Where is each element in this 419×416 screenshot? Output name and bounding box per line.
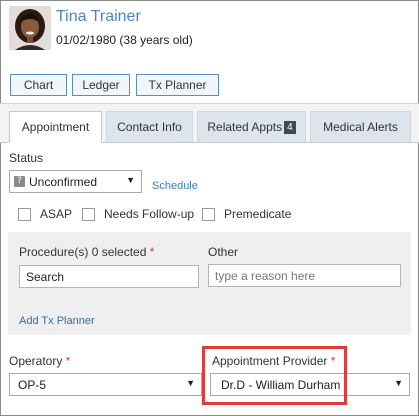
status-select[interactable]: ? Unconfirmed ▼ xyxy=(9,170,142,193)
status-value: Unconfirmed xyxy=(29,174,98,189)
operatory-label: Operatory xyxy=(9,354,63,368)
procedures-required-mark: * xyxy=(149,245,155,259)
premedicate-checkbox[interactable]: Premedicate xyxy=(202,207,291,221)
related-appts-count-badge: 4 xyxy=(284,120,296,134)
operatory-required-mark: * xyxy=(65,354,71,368)
schedule-link[interactable]: Schedule xyxy=(152,180,198,192)
tab-related-appts-label: Related Appts xyxy=(207,120,283,134)
chevron-down-icon: ▼ xyxy=(126,175,135,185)
patient-avatar xyxy=(9,6,51,50)
asap-checkbox[interactable]: ASAP xyxy=(18,207,72,221)
premedicate-checkbox-box[interactable] xyxy=(202,207,215,221)
operatory-value: OP-5 xyxy=(18,377,47,392)
chevron-down-icon: ▼ xyxy=(186,378,195,388)
patient-dob-age: 01/02/1980 (38 years old) xyxy=(56,33,193,47)
procedure-search-input[interactable]: Search xyxy=(19,265,199,288)
patient-name[interactable]: Tina Trainer xyxy=(56,8,141,26)
premedicate-label: Premedicate xyxy=(224,207,292,221)
needs-followup-label: Needs Follow-up xyxy=(104,207,195,221)
chart-button[interactable]: Chart xyxy=(10,74,67,96)
asap-checkbox-box[interactable] xyxy=(18,207,31,221)
chevron-down-icon: ▼ xyxy=(394,378,403,388)
asap-label: ASAP xyxy=(40,207,73,221)
other-reason-input[interactable]: type a reason here xyxy=(208,264,401,287)
tx-planner-button[interactable]: Tx Planner xyxy=(136,74,219,96)
patient-header: Tina Trainer 01/02/1980 (38 years old) xyxy=(0,0,419,60)
status-label: Status xyxy=(9,151,44,165)
procedures-label-group: Procedure(s) 0 selected * xyxy=(19,245,154,259)
procedures-label: Procedure(s) xyxy=(19,245,89,259)
operatory-label-group: Operatory * xyxy=(9,354,70,368)
needs-followup-checkbox[interactable]: Needs Follow-up xyxy=(82,207,194,221)
other-label: Other xyxy=(208,245,239,259)
procedures-selected-count: 0 selected xyxy=(91,245,147,259)
ledger-button[interactable]: Ledger xyxy=(72,74,130,96)
operatory-select[interactable]: OP-5 ▼ xyxy=(9,373,202,396)
unconfirmed-status-icon: ? xyxy=(14,176,25,187)
tab-contact-info[interactable]: Contact Info xyxy=(106,111,193,142)
needs-followup-checkbox-box[interactable] xyxy=(82,207,95,221)
tab-related-appts[interactable]: Related Appts 4 xyxy=(197,111,306,142)
tab-appointment[interactable]: Appointment xyxy=(9,111,102,143)
tab-medical-alerts[interactable]: Medical Alerts xyxy=(310,111,411,142)
add-tx-planner-link[interactable]: Add Tx Planner xyxy=(19,315,95,327)
provider-highlight-box xyxy=(202,346,347,405)
